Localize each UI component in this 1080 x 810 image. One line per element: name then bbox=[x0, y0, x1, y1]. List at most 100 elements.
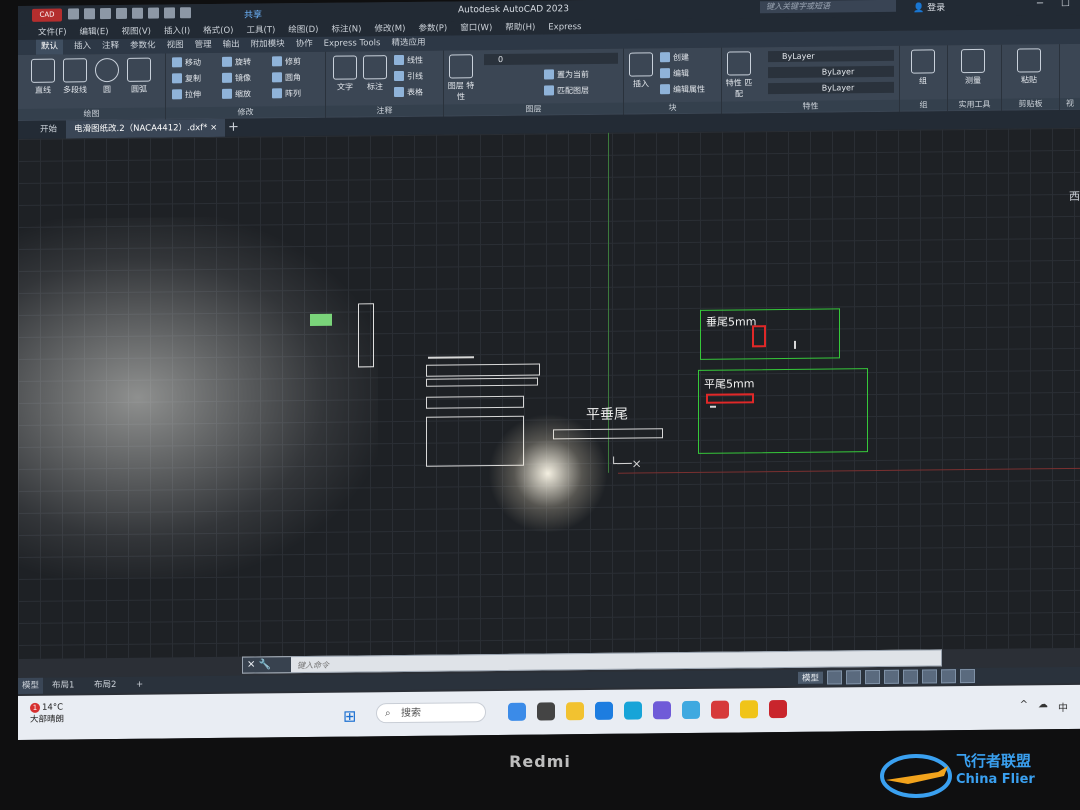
stretch-tool[interactable]: 拉伸 bbox=[172, 89, 201, 100]
minimize-icon[interactable]: ─ bbox=[1037, 0, 1043, 9]
measure-tool[interactable]: 测量 bbox=[958, 48, 988, 86]
tab-layout2[interactable]: 布局2 bbox=[94, 677, 116, 693]
drawing-tab[interactable]: 电滑图纸改.2（NACA4412）.dxf* × bbox=[66, 118, 226, 139]
menu-window[interactable]: 窗口(W) bbox=[460, 21, 492, 35]
tray-expand-icon[interactable]: ^ bbox=[1020, 699, 1028, 714]
menu-view[interactable]: 视图(V) bbox=[122, 25, 151, 39]
vertical-tail-part[interactable] bbox=[752, 325, 766, 348]
panel-utilities-title[interactable]: 实用工具 bbox=[948, 98, 1001, 111]
viewcube[interactable]: 西 bbox=[1069, 188, 1080, 204]
line-tool[interactable]: 直线 bbox=[28, 58, 58, 96]
make-current-tool[interactable]: 置为当前 bbox=[544, 69, 589, 80]
customize-wrench-icon[interactable]: 🔧 bbox=[259, 659, 271, 670]
menu-tools[interactable]: 工具(T) bbox=[246, 23, 275, 37]
drawing-canvas[interactable]: 平垂尾 └──× 垂尾5mm 平尾5mm 西 bbox=[18, 127, 1080, 659]
menu-format[interactable]: 格式(O) bbox=[203, 24, 233, 38]
tab-view[interactable]: 视图 bbox=[167, 38, 184, 53]
ortho-icon[interactable] bbox=[865, 669, 881, 685]
layer-properties-tool[interactable]: 图层 特性 bbox=[446, 54, 476, 102]
cloud-icon[interactable]: ☁ bbox=[1038, 699, 1048, 714]
wps-office-icon[interactable] bbox=[711, 700, 729, 719]
fillet-tool[interactable]: 圆角 bbox=[272, 72, 301, 83]
store-app-icon[interactable] bbox=[595, 701, 613, 720]
help-search-input[interactable]: 键入关键字或短语 bbox=[760, 0, 896, 14]
menu-help[interactable]: 帮助(H) bbox=[505, 21, 535, 35]
panel-draw-title[interactable]: 绘图 bbox=[18, 107, 165, 120]
panel-layers-title[interactable]: 图层 bbox=[444, 102, 623, 116]
maximize-icon[interactable]: ☐ bbox=[1061, 0, 1070, 9]
trim-tool[interactable]: 修剪 bbox=[272, 56, 301, 67]
edit-block-tool[interactable]: 编辑 bbox=[660, 68, 689, 79]
open-file-icon[interactable] bbox=[84, 8, 95, 20]
windows-start-icon[interactable]: ⊞ bbox=[343, 706, 356, 725]
lineweight-dropdown[interactable]: ByLayer bbox=[768, 81, 894, 95]
menu-modify[interactable]: 修改(M) bbox=[374, 22, 405, 36]
leader-tool[interactable]: 引线 bbox=[394, 70, 423, 82]
menu-insert[interactable]: 插入(I) bbox=[164, 24, 190, 38]
start-tab[interactable]: 开始 bbox=[40, 121, 57, 139]
tab-annotate[interactable]: 注释 bbox=[102, 39, 119, 54]
panel-clipboard-title[interactable]: 剪贴板 bbox=[1002, 98, 1059, 110]
osnap-icon[interactable] bbox=[922, 669, 938, 684]
taskbar-search[interactable]: ⌕ 搜索 bbox=[376, 702, 486, 724]
grid-icon[interactable] bbox=[827, 670, 843, 685]
snap-icon[interactable] bbox=[846, 670, 862, 685]
linetype-dropdown[interactable]: ByLayer bbox=[768, 65, 894, 79]
menu-edit[interactable]: 编辑(E) bbox=[80, 25, 109, 39]
part-plate-1[interactable] bbox=[426, 363, 540, 377]
tab-insert[interactable]: 插入 bbox=[74, 39, 91, 54]
edge-browser-icon[interactable] bbox=[624, 701, 642, 720]
move-tool[interactable]: 移动 bbox=[172, 57, 201, 68]
edit-attributes-tool[interactable]: 编辑属性 bbox=[660, 84, 705, 95]
part-plate-2[interactable] bbox=[426, 377, 538, 387]
part-strip-top[interactable] bbox=[428, 356, 474, 359]
paste-tool[interactable]: 粘贴 bbox=[1014, 48, 1044, 85]
mirror-tool[interactable]: 镜像 bbox=[222, 72, 251, 84]
array-tool[interactable]: 阵列 bbox=[272, 88, 301, 99]
print-icon[interactable] bbox=[148, 7, 159, 19]
insert-block-tool[interactable]: 插入 bbox=[626, 52, 656, 89]
menu-dimension[interactable]: 标注(N) bbox=[331, 22, 361, 36]
redo-icon[interactable] bbox=[180, 7, 191, 19]
panel-modify-title[interactable]: 修改 bbox=[166, 105, 325, 119]
polyline-tool[interactable]: 多段线 bbox=[60, 58, 90, 95]
app-menu-button[interactable]: CAD bbox=[32, 8, 62, 22]
circle-tool[interactable]: 圆 bbox=[92, 57, 122, 95]
tab-default[interactable]: 默认 bbox=[36, 39, 64, 55]
save-icon[interactable] bbox=[100, 8, 111, 20]
signin-button[interactable]: 👤 登录 bbox=[913, 0, 945, 13]
app-icon-triangle[interactable] bbox=[653, 701, 671, 720]
workspace-icon[interactable] bbox=[960, 668, 976, 684]
open-web-icon[interactable] bbox=[132, 7, 143, 19]
weather-widget[interactable]: 1 14°C 大部晴朗 bbox=[30, 702, 64, 726]
task-view-icon[interactable] bbox=[537, 702, 555, 721]
autocad-taskbar-icon[interactable] bbox=[769, 699, 787, 719]
polar-icon[interactable] bbox=[884, 669, 900, 684]
annotation-scale-icon[interactable] bbox=[941, 669, 957, 684]
tab-express-tools[interactable]: Express Tools bbox=[324, 36, 381, 52]
part-green-hatch[interactable] bbox=[310, 313, 332, 326]
panel-view-title[interactable]: 视 bbox=[1060, 97, 1080, 110]
isodraft-icon[interactable] bbox=[903, 669, 919, 684]
share-button[interactable]: 共享 bbox=[244, 7, 262, 20]
tab-manage[interactable]: 管理 bbox=[195, 38, 212, 53]
new-tab-button[interactable]: + bbox=[228, 119, 239, 137]
scale-tool[interactable]: 缩放 bbox=[222, 88, 251, 100]
add-layout-button[interactable]: + bbox=[136, 677, 143, 693]
model-space-toggle[interactable]: 模型 bbox=[798, 671, 824, 684]
tab-parametric[interactable]: 参数化 bbox=[130, 39, 156, 54]
match-layer-tool[interactable]: 匹配图层 bbox=[544, 85, 589, 96]
save-as-icon[interactable] bbox=[116, 7, 127, 19]
menu-express[interactable]: Express bbox=[548, 20, 581, 34]
menu-draw[interactable]: 绘图(D) bbox=[288, 23, 318, 37]
arc-tool[interactable]: 圆弧 bbox=[124, 57, 154, 95]
tab-addins[interactable]: 附加模块 bbox=[251, 37, 285, 52]
match-properties-tool[interactable]: 特性 匹配 bbox=[724, 51, 754, 99]
panel-annotation-title[interactable]: 注释 bbox=[326, 104, 443, 117]
ime-indicator[interactable]: 中 bbox=[1058, 699, 1068, 714]
tab-collaborate[interactable]: 协作 bbox=[296, 37, 313, 52]
color-dropdown[interactable]: ByLayer bbox=[768, 49, 894, 63]
close-tab-icon[interactable]: × bbox=[210, 123, 217, 133]
part-plate-3[interactable] bbox=[426, 395, 524, 409]
menu-parametric[interactable]: 参数(P) bbox=[418, 22, 447, 36]
